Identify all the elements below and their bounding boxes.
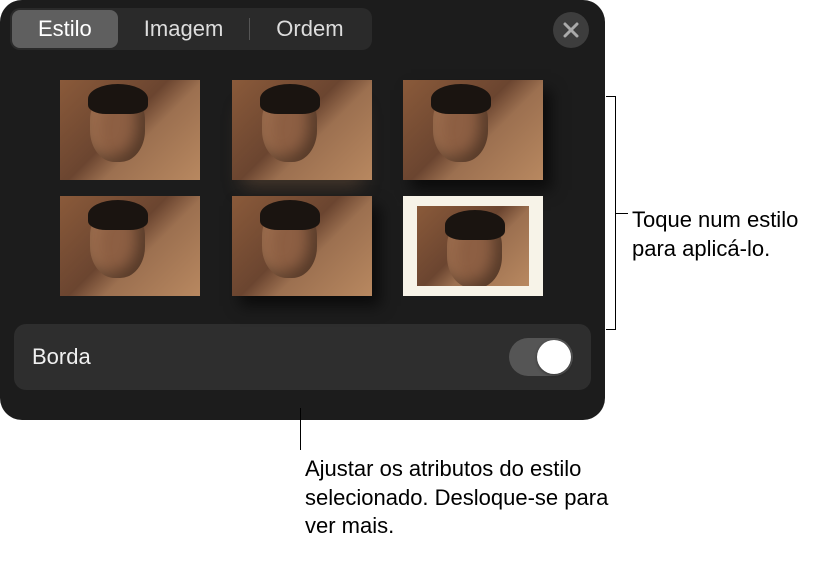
toggle-knob bbox=[537, 340, 571, 374]
close-button[interactable] bbox=[553, 12, 589, 48]
tab-order[interactable]: Ordem bbox=[250, 10, 369, 48]
style-option-shadow-2[interactable] bbox=[232, 196, 372, 296]
style-option-frame[interactable] bbox=[403, 196, 543, 296]
tab-style[interactable]: Estilo bbox=[12, 10, 118, 48]
border-label: Borda bbox=[32, 344, 91, 370]
border-toggle[interactable] bbox=[509, 338, 573, 376]
callout-bracket bbox=[606, 96, 616, 330]
segmented-control: Estilo Imagem Ordem bbox=[10, 8, 372, 50]
format-panel: Estilo Imagem Ordem bbox=[0, 0, 605, 420]
border-row: Borda bbox=[14, 324, 591, 390]
tab-bar: Estilo Imagem Ordem bbox=[0, 0, 605, 50]
close-icon bbox=[563, 22, 579, 38]
callout-adjust-attributes: Ajustar os atributos do estilo seleciona… bbox=[305, 455, 625, 541]
callout-apply-style: Toque num estilo para aplicá-lo. bbox=[632, 206, 812, 263]
style-option-shadow[interactable] bbox=[403, 80, 543, 180]
callout-line bbox=[300, 408, 301, 450]
style-option-plain[interactable] bbox=[60, 80, 200, 180]
style-grid bbox=[0, 50, 605, 316]
style-option-reflection[interactable] bbox=[232, 80, 372, 180]
style-option-plain-2[interactable] bbox=[60, 196, 200, 296]
tab-image[interactable]: Imagem bbox=[118, 10, 249, 48]
callout-line bbox=[616, 213, 628, 214]
